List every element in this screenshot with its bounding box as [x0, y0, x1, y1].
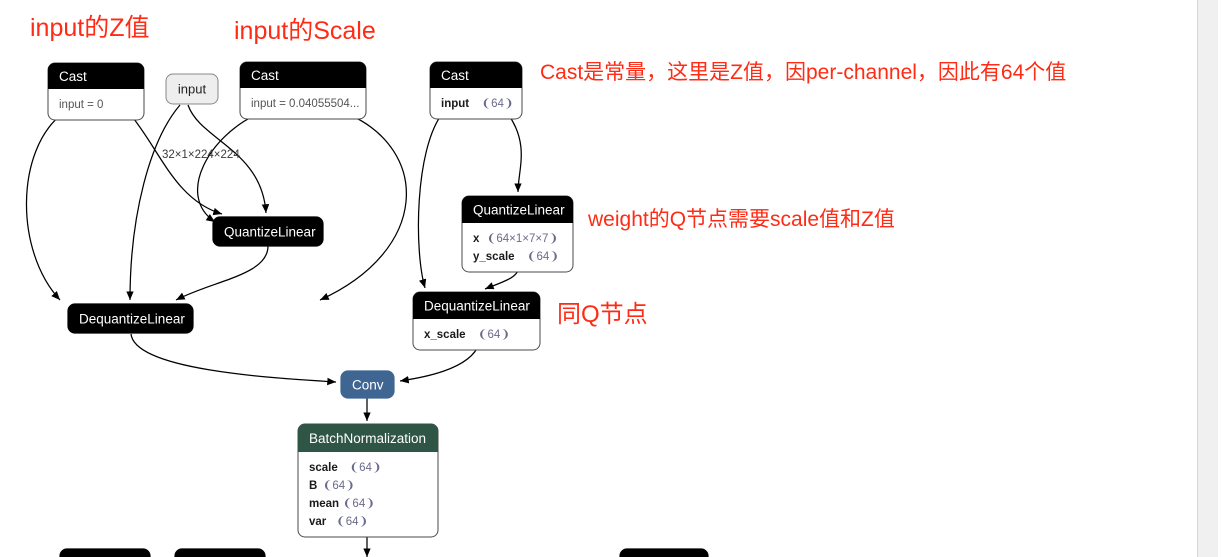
- graph-edge: [25, 113, 63, 301]
- node-attr-name: y_scale: [473, 251, 515, 263]
- node-title: BatchNormalization: [309, 431, 426, 446]
- onnx-graph-viewer: 32×1×224×224 Cast input = 0 Cast input = 0.…: [0, 0, 1222, 557]
- node-attr-name: x: [473, 233, 480, 245]
- node-title: Cast: [251, 68, 279, 83]
- annotation-weight-q-node: weight的Q节点需要scale值和Z值: [588, 208, 895, 231]
- annotation-input-z: input的Z值: [30, 14, 150, 42]
- graph-node-dequantizelinear-weight[interactable]: DequantizeLinear x_scale ❨64❩: [412, 291, 541, 351]
- edge-shape-label: 32×1×224×224: [162, 149, 240, 161]
- graph-node-partial-node-2[interactable]: [174, 548, 266, 557]
- node-attr-dim: ❨64❩: [527, 250, 559, 263]
- node-title: QuantizeLinear: [224, 224, 316, 239]
- node-title: DequantizeLinear: [79, 311, 185, 326]
- graph-edge: [319, 113, 407, 301]
- graph-node-cast-weight-z[interactable]: Cast input ❨64❩: [429, 61, 523, 120]
- graph-node-partial-node-3[interactable]: [619, 548, 709, 557]
- annotation-same-q-node: 同Q节点: [557, 301, 648, 328]
- node-title: Cast: [59, 69, 87, 84]
- node-attr-dim: ❨64❩: [343, 497, 375, 510]
- node-attr-dim: ❨64❩: [350, 461, 382, 474]
- node-attr-name: input: [441, 98, 469, 110]
- node-title: Conv: [352, 377, 384, 392]
- vertical-scrollbar[interactable]: [1197, 0, 1222, 557]
- annotation-cast-constant: Cast是常量，这里是Z值，因per-channel，因此有64个值: [540, 61, 1067, 84]
- graph-edge: [129, 113, 223, 216]
- node-attr-name: B: [309, 480, 317, 492]
- node-attr-dim: ❨64×1×7×7❩: [487, 232, 558, 245]
- graph-node-quantizelinear-input[interactable]: QuantizeLinear: [212, 216, 324, 247]
- node-attr-name: input = 0.04055504...: [251, 98, 359, 110]
- graph-edge: [126, 104, 181, 301]
- annotation-input-scale: input的Scale: [234, 17, 376, 45]
- node-attr-name: var: [309, 516, 327, 528]
- node-attr-dim: ❨64❩: [478, 328, 510, 341]
- graph-node-batchnormalization[interactable]: BatchNormalization scale ❨64❩ B ❨64❩ mean ❨64❩…: [297, 423, 439, 538]
- graph-edge: [175, 245, 269, 301]
- node-title: QuantizeLinear: [473, 202, 565, 217]
- node-attr-dim: ❨64❩: [336, 515, 368, 528]
- graph-node-partial-node-1[interactable]: [59, 548, 151, 557]
- edge-labels-layer: 32×1×224×224: [162, 149, 240, 161]
- io-node-label: input: [178, 82, 207, 97]
- node-title: DequantizeLinear: [424, 298, 530, 313]
- graph-node-dequantizelinear-input[interactable]: DequantizeLinear: [67, 303, 194, 334]
- graph-edge: [507, 113, 522, 193]
- node-attr-dim: ❨64❩: [323, 479, 355, 492]
- node-attr-name: input = 0: [59, 99, 103, 111]
- node-attr-name: x_scale: [424, 329, 466, 341]
- graph-edge: [417, 113, 443, 289]
- graph-node-quantizelinear-weight[interactable]: QuantizeLinear x ❨64×1×7×7❩ y_scale ❨64❩: [461, 195, 574, 273]
- graph-io-node-input[interactable]: input: [165, 73, 219, 105]
- node-attr-name: mean: [309, 498, 339, 510]
- node-attr-name: scale: [309, 462, 338, 474]
- graph-node-cast-z[interactable]: Cast input = 0: [47, 62, 145, 121]
- graph-edge: [130, 333, 337, 386]
- node-title: Cast: [441, 68, 469, 83]
- node-attr-dim: ❨64❩: [482, 97, 514, 110]
- graph-node-conv[interactable]: Conv: [340, 370, 395, 399]
- graph-node-cast-scale[interactable]: Cast input = 0.04055504...: [239, 61, 367, 120]
